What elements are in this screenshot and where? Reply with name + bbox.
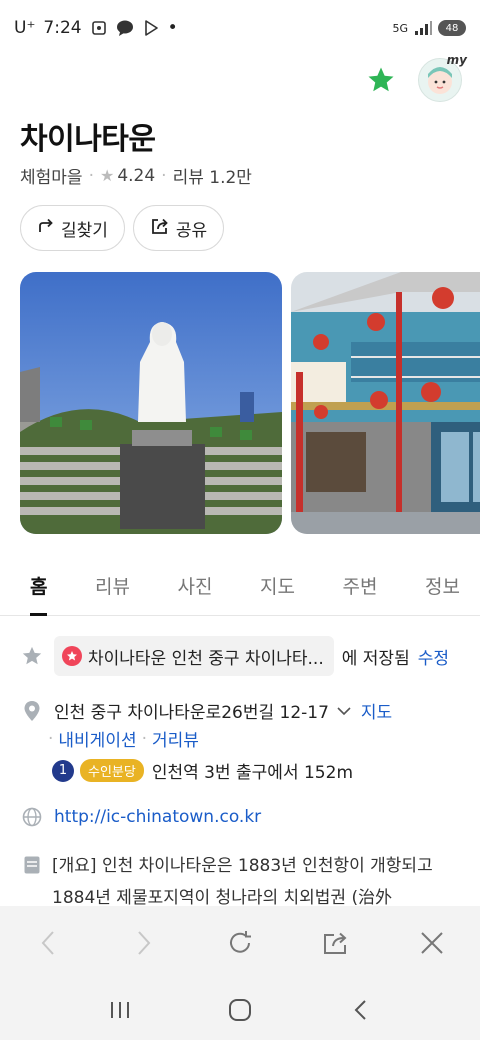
address-row: 인천 중구 차이나타운로26번길 12-17 지도: [20, 698, 392, 723]
share-icon: [150, 217, 170, 240]
transit-row: 1 수인분당 인천역 3번 출구에서 152m: [52, 758, 353, 783]
system-back-icon[interactable]: [340, 990, 380, 1030]
address-expand-icon[interactable]: [337, 701, 351, 721]
map-link[interactable]: 지도: [361, 698, 392, 723]
photo-street[interactable]: [291, 272, 480, 534]
document-icon: [20, 853, 44, 877]
tab-reviews[interactable]: 리뷰: [95, 560, 130, 616]
directions-button[interactable]: 길찾기: [20, 205, 125, 251]
avatar-face-icon: [428, 67, 452, 94]
description-icon-wrap: [20, 853, 54, 877]
edit-link[interactable]: 수정: [418, 644, 449, 669]
battery-icon: 48: [438, 20, 466, 36]
saved-list-chip[interactable]: 차이나타운 인천 중구 차이나타...: [54, 636, 334, 676]
play-store-icon: [142, 19, 160, 37]
notification-dot: •: [167, 18, 178, 38]
street-view-link[interactable]: 거리뷰: [152, 726, 199, 751]
tab-map[interactable]: 지도: [260, 560, 295, 616]
clock: 7:24: [43, 18, 82, 38]
tab-info[interactable]: 정보: [425, 560, 460, 616]
network-label: 5G: [392, 21, 408, 35]
saved-suffix: 에 저장됨: [341, 648, 410, 669]
separator-dot: ·: [48, 728, 54, 749]
rating-star-icon: ★: [99, 166, 115, 185]
suin-bundang-tag: 수인분당: [80, 759, 144, 782]
top-actions: my: [364, 53, 467, 102]
saved-star-icon: [20, 644, 44, 668]
place-rating: 4.24: [117, 165, 156, 186]
address-text: 인천 중구 차이나타운로26번길 12-17: [54, 703, 329, 723]
website-row: http://ic-chinatown.co.kr: [20, 805, 261, 829]
address-links: · 내비게이션 · 거리뷰: [48, 726, 199, 752]
tab-photos[interactable]: 사진: [178, 560, 213, 616]
separator-dot: ·: [88, 165, 94, 186]
status-bar: U⁺ 7:24 • 5G 48: [0, 0, 480, 56]
profile-avatar[interactable]: my: [418, 53, 467, 102]
share-label: 공유: [175, 220, 208, 241]
share-page-icon[interactable]: [316, 923, 356, 963]
place-category: 체험마을: [20, 168, 83, 188]
section-tabs: 홈 리뷰 사진 지도 주변 정보: [0, 560, 480, 616]
recent-apps-icon[interactable]: [100, 990, 140, 1030]
directions-icon: [37, 217, 55, 240]
share-button[interactable]: 공유: [132, 205, 225, 251]
directions-label: 길찾기: [61, 220, 108, 241]
forward-arrow-icon[interactable]: [124, 923, 164, 963]
signal-icon: [414, 19, 432, 37]
my-badge: my: [446, 53, 467, 67]
screenshot-icon: [90, 19, 108, 37]
subway-line-badge: 1: [52, 759, 74, 782]
separator-dot: ·: [161, 165, 167, 186]
talk-icon: [116, 19, 134, 37]
favorite-star-icon[interactable]: [364, 63, 398, 97]
saved-list-name: 차이나타운 인천 중구 차이나타...: [88, 648, 324, 669]
tab-home[interactable]: 홈: [30, 560, 48, 616]
back-arrow-icon[interactable]: [28, 923, 68, 963]
transit-text: 인천역 3번 출구에서 152m: [151, 763, 353, 783]
location-pin-icon: [20, 699, 44, 723]
home-icon[interactable]: [220, 990, 260, 1030]
review-count-link[interactable]: 리뷰 1.2만: [173, 163, 252, 188]
photo-carousel[interactable]: [20, 272, 480, 534]
place-description[interactable]: [개요] 인천 차이나타운은 1883년 인천항이 개항되고 1884년 제물포…: [52, 850, 452, 914]
globe-icon: [20, 805, 44, 829]
list-star-icon: [62, 646, 82, 666]
saved-row: 차이나타운 인천 중구 차이나타... 에 저장됨 수정: [20, 636, 449, 676]
refresh-icon[interactable]: [220, 923, 260, 963]
system-nav-bar: [0, 980, 480, 1040]
browser-toolbar: [0, 906, 480, 980]
navigation-link[interactable]: 내비게이션: [58, 726, 136, 751]
separator-dot: ·: [141, 728, 148, 749]
place-meta: 체험마을 · ★ 4.24 · 리뷰 1.2만: [20, 163, 252, 189]
action-row: 길찾기 공유: [20, 205, 225, 251]
carrier-label: U⁺: [14, 18, 36, 38]
website-link[interactable]: http://ic-chinatown.co.kr: [54, 807, 261, 827]
place-title: 차이나타운: [20, 122, 156, 157]
close-icon[interactable]: [412, 923, 452, 963]
photo-statue[interactable]: [20, 272, 282, 534]
tab-nearby[interactable]: 주변: [343, 560, 378, 616]
